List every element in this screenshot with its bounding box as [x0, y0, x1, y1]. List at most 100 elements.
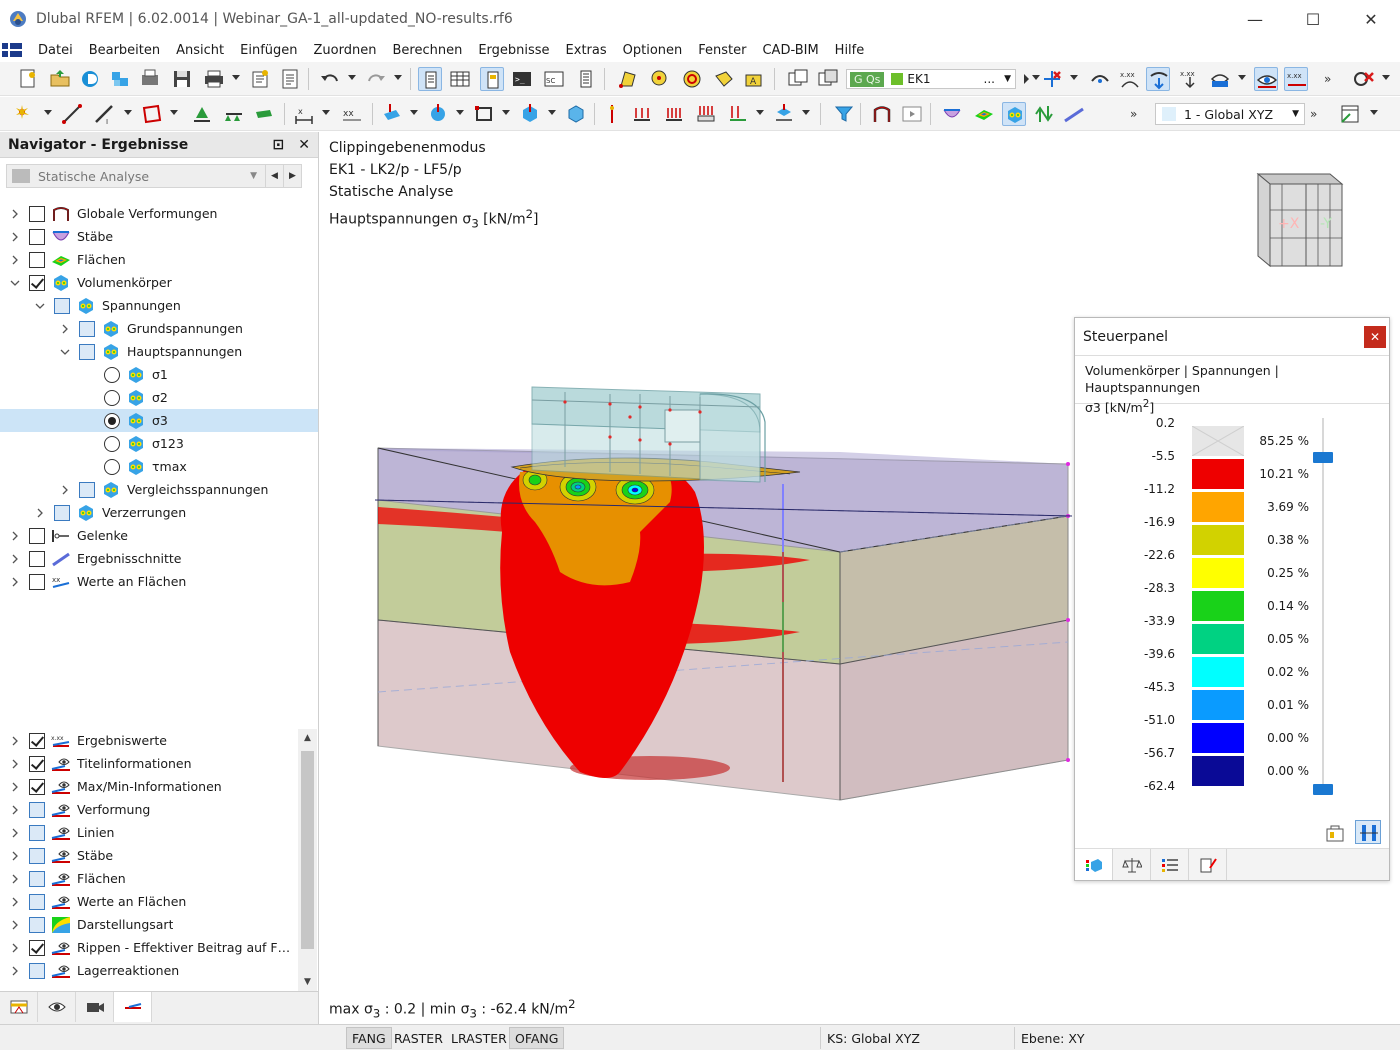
checkbox[interactable]	[54, 297, 70, 314]
result-values-icon[interactable]: x.xx	[1118, 67, 1142, 91]
legend-scale-icon[interactable]	[1355, 820, 1381, 844]
checkbox[interactable]	[29, 550, 45, 567]
chevron-right-icon[interactable]	[10, 966, 20, 976]
checkbox[interactable]	[29, 732, 45, 749]
undo-icon[interactable]	[318, 67, 342, 91]
legend-slider-track[interactable]	[1322, 418, 1324, 790]
checkbox[interactable]	[79, 320, 95, 337]
menu-cad-bim[interactable]: CAD-BIM	[754, 43, 826, 58]
coordinate-system-selector[interactable]: 1 - Global XYZ ▼	[1155, 103, 1305, 125]
checkbox[interactable]	[29, 527, 45, 544]
line-load-icon[interactable]	[662, 102, 686, 126]
chevron-right-icon[interactable]	[10, 255, 20, 265]
line-tool-icon[interactable]	[60, 102, 84, 126]
toolbar-overflow-icon[interactable]: »	[1318, 67, 1342, 91]
tree-item[interactable]: Ergebnisschnitte	[0, 547, 318, 570]
tree-item[interactable]: Hauptspannungen	[0, 340, 318, 363]
checkbox[interactable]	[29, 274, 45, 291]
radio-button[interactable]	[104, 412, 120, 429]
solid-results-icon[interactable]	[1002, 102, 1026, 126]
chevron-right-icon[interactable]	[10, 782, 20, 792]
checkbox[interactable]	[29, 778, 45, 795]
next-icon[interactable]: ▶	[283, 165, 301, 187]
tab-results[interactable]	[114, 992, 152, 1022]
checkbox[interactable]	[29, 801, 45, 818]
menu-extras[interactable]: Extras	[558, 43, 615, 58]
legend-min-handle[interactable]	[1313, 784, 1333, 795]
menu-ansicht[interactable]: Ansicht	[168, 43, 232, 58]
tree-item[interactable]: Titelinformationen	[0, 752, 298, 775]
node-tool-icon[interactable]	[12, 102, 36, 126]
object-snap-toggle[interactable]: OFANG	[509, 1027, 565, 1049]
list-view-icon[interactable]	[574, 67, 598, 91]
free-load-icon[interactable]	[726, 102, 750, 126]
tab-filter[interactable]	[1151, 849, 1189, 880]
chevron-right-icon[interactable]	[10, 209, 20, 219]
checkbox[interactable]	[29, 916, 45, 933]
support-reactions-icon[interactable]	[1032, 102, 1056, 126]
tree-item[interactable]: x.xx Ergebniswerte	[0, 729, 298, 752]
tree-item[interactable]: Max/Min-Informationen	[0, 775, 298, 798]
chevron-down-icon[interactable]	[35, 301, 45, 311]
menu-bearbeiten[interactable]: Bearbeiten	[81, 43, 168, 58]
animation-icon[interactable]	[900, 102, 924, 126]
tree-item[interactable]: Rippen - Effektiver Beitrag auf Fläch...	[0, 936, 298, 959]
tree-item[interactable]: τmax	[0, 455, 318, 478]
tree-item[interactable]: Stäbe	[0, 844, 298, 867]
radio-button[interactable]	[104, 366, 120, 383]
checkbox[interactable]	[29, 893, 45, 910]
navigator-scrollbar[interactable]: ▲ ▼	[298, 729, 317, 991]
tree-item[interactable]: Verzerrungen	[0, 501, 318, 524]
minimize-button[interactable]: —	[1226, 0, 1284, 38]
member-tool-icon[interactable]: I	[92, 102, 116, 126]
tree-item[interactable]: Gelenke	[0, 524, 318, 547]
analysis-type-selector[interactable]: Statische Analyse ▼ ◀ ▶	[6, 164, 302, 188]
chevron-down-icon[interactable]	[60, 347, 70, 357]
chevron-right-icon[interactable]	[10, 943, 20, 953]
nodes-icon[interactable]	[616, 67, 640, 91]
menu-optionen[interactable]: Optionen	[615, 43, 691, 58]
imposed-load-icon[interactable]	[772, 102, 796, 126]
menu-zuordnen[interactable]: Zuordnen	[306, 43, 385, 58]
tree-item[interactable]: Flächen	[0, 867, 298, 890]
view-results-icon[interactable]	[1254, 67, 1278, 91]
chevron-right-icon[interactable]	[10, 554, 20, 564]
chevron-right-icon[interactable]	[35, 508, 45, 518]
legend-settings-icon[interactable]	[1321, 820, 1347, 844]
checkbox[interactable]	[29, 870, 45, 887]
numbering-icon[interactable]: x.xx	[1284, 67, 1308, 91]
tree-item[interactable]: Darstellungsart	[0, 913, 298, 936]
dlubal-center-icon[interactable]	[78, 67, 102, 91]
rotate-view-icon[interactable]	[648, 67, 672, 91]
results-off-icon[interactable]	[1040, 67, 1064, 91]
imperfection-icon[interactable]	[600, 102, 624, 126]
script-icon[interactable]: SC	[542, 67, 566, 91]
checkbox[interactable]	[79, 343, 95, 360]
tree-item[interactable]: σ3	[0, 409, 318, 432]
menu-einfuegen[interactable]: Einfügen	[232, 43, 305, 58]
load-member-icon[interactable]	[426, 102, 450, 126]
load-wizard-icon[interactable]	[786, 67, 810, 91]
tree-item[interactable]: Volumenkörper	[0, 271, 318, 294]
tree-item[interactable]: Globale Verformungen	[0, 202, 318, 225]
close-window-button[interactable]: ✕	[1342, 0, 1400, 38]
new-file-icon[interactable]	[16, 67, 40, 91]
navigator-toggle-icon[interactable]	[480, 67, 504, 91]
chevron-right-icon[interactable]	[10, 851, 20, 861]
combinations-icon[interactable]	[816, 67, 840, 91]
checkbox[interactable]	[29, 847, 45, 864]
next-load-case-icon[interactable]	[1014, 67, 1038, 91]
redo-icon[interactable]	[364, 67, 388, 91]
close-results-icon[interactable]	[1352, 67, 1376, 91]
values-display-icon[interactable]: x.xx	[1178, 67, 1202, 91]
coordinates-icon[interactable]: xx	[340, 102, 364, 126]
checkbox[interactable]	[29, 228, 45, 245]
load-case-selector[interactable]: G Qs EK1 ... ▼	[846, 69, 1016, 89]
save-icon[interactable]	[170, 67, 194, 91]
checkbox[interactable]	[29, 939, 45, 956]
surface-results-icon[interactable]	[972, 102, 996, 126]
surface-tool-icon[interactable]	[140, 102, 164, 126]
line-support-icon[interactable]	[222, 102, 246, 126]
scroll-down-icon[interactable]: ▼	[298, 973, 317, 991]
toolbar2-overflow-icon[interactable]: »	[1124, 102, 1148, 126]
